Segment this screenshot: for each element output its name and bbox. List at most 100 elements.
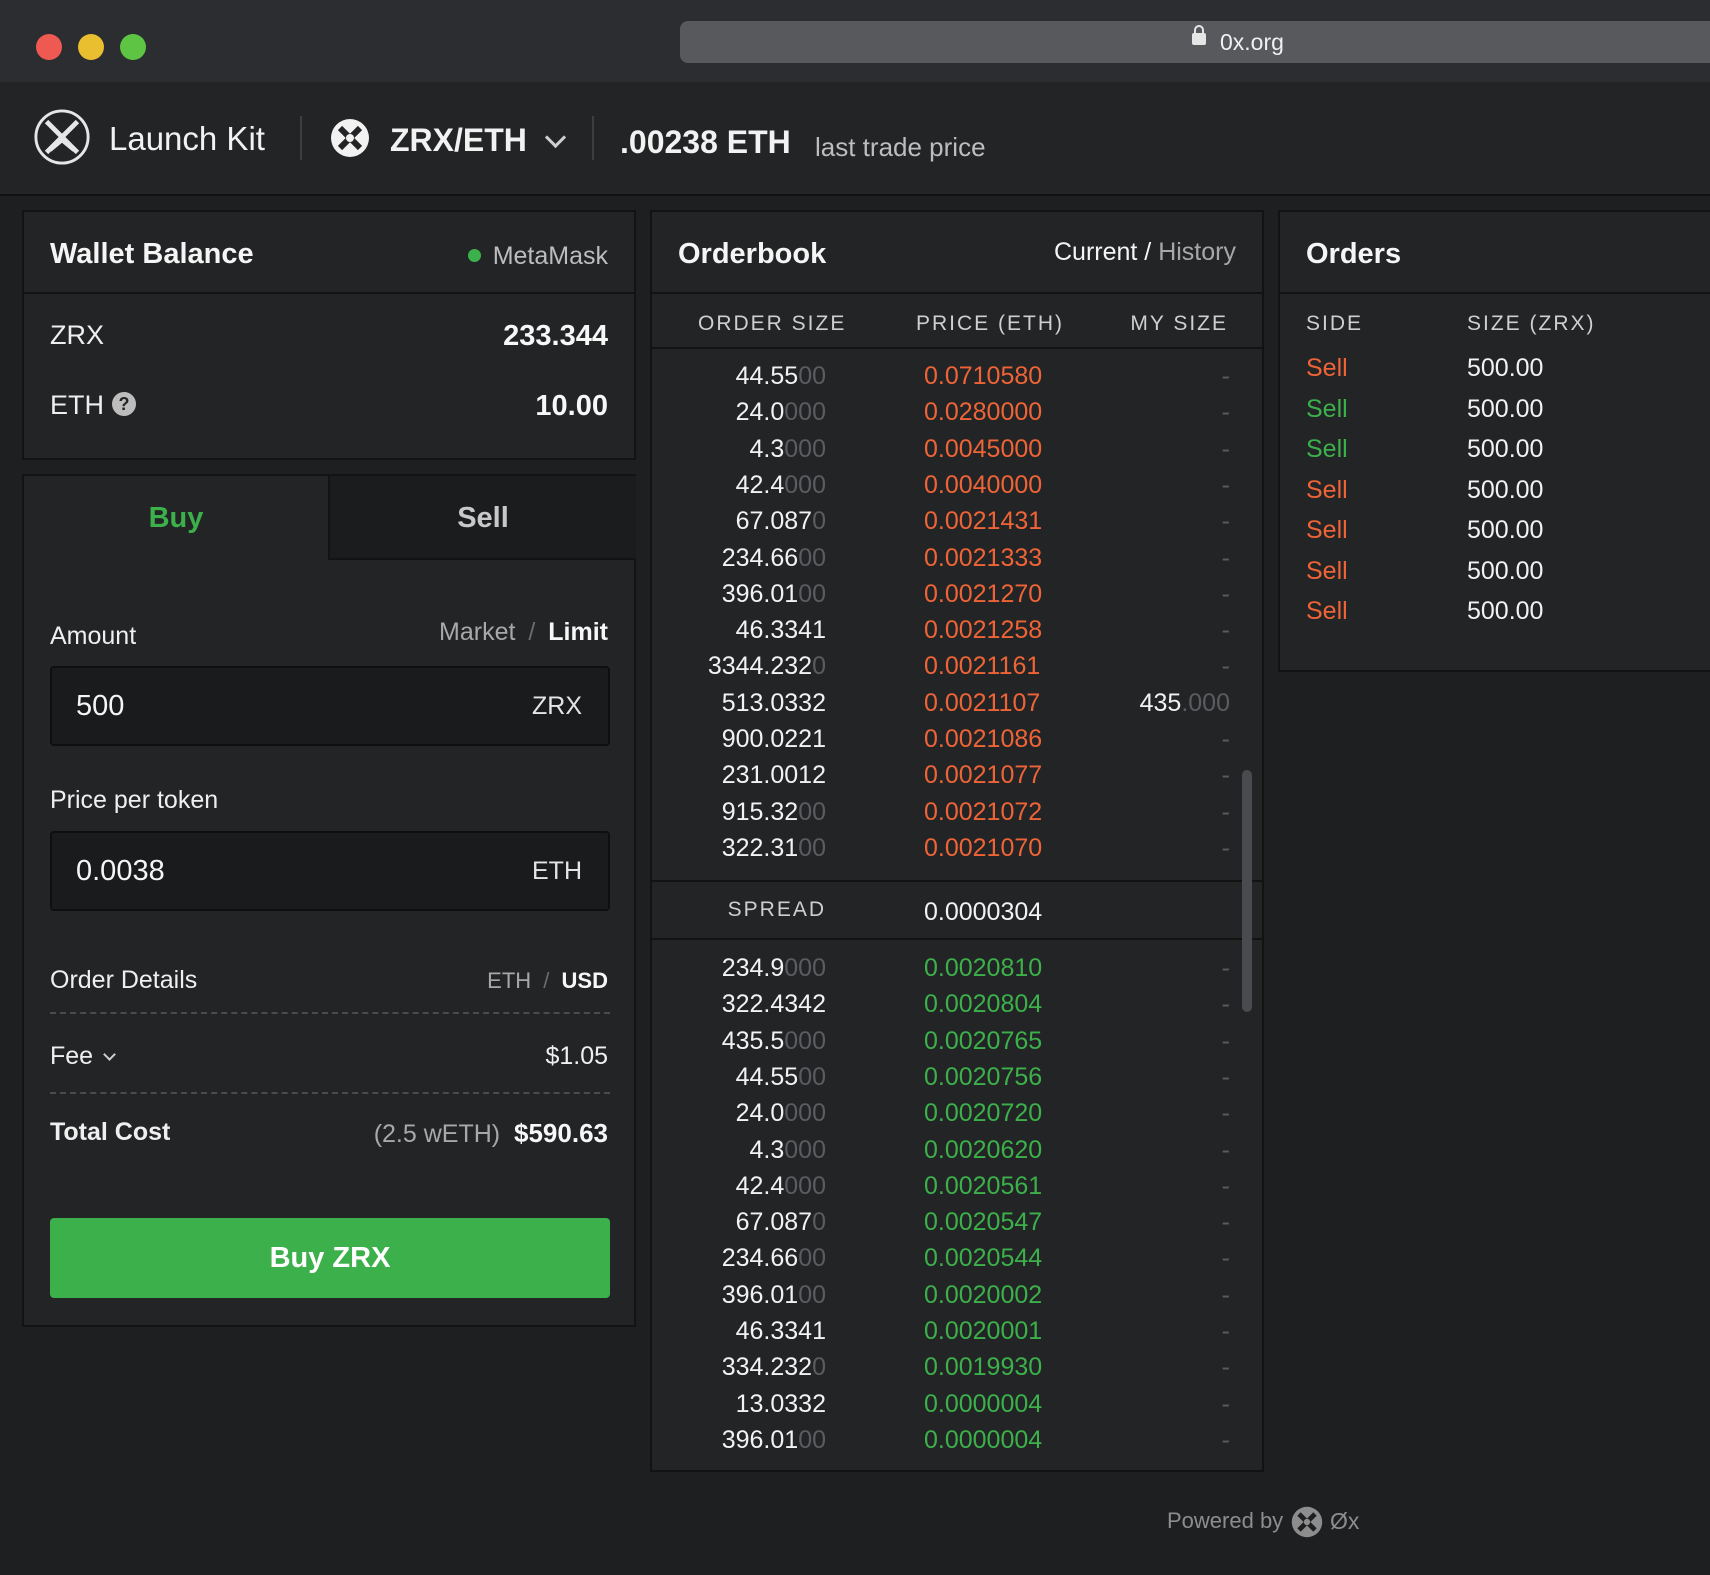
- sell-order-row[interactable]: 513.0332 0.0021107 435.000: [652, 689, 1262, 725]
- my-size-trailing: -: [1221, 652, 1230, 681]
- total-cost: (2.5 wETH) $590.63: [374, 1118, 608, 1149]
- column-header-price: PRICE (ETH): [916, 312, 1064, 335]
- price-value: 0.0038: [76, 855, 165, 887]
- last-trade-price-label: last trade price: [815, 132, 986, 162]
- my-size: -: [1222, 1281, 1230, 1310]
- order-price: 0.0040000: [924, 470, 1043, 499]
- my-size: -: [1222, 435, 1230, 464]
- buy-order-row[interactable]: 42.4000 0.0020561 -: [652, 1172, 1262, 1208]
- tab-buy[interactable]: Buy: [24, 476, 330, 560]
- buy-order-row[interactable]: 435.5000 0.0020765 -: [652, 1027, 1262, 1063]
- order-size-value: 396.01: [721, 1280, 799, 1309]
- buy-order-row[interactable]: 67.0870 0.0020547 -: [652, 1208, 1262, 1244]
- my-size: -: [1222, 1136, 1230, 1165]
- limit-option[interactable]: Limit: [548, 618, 608, 646]
- buy-order-row[interactable]: 322.4342 0.0020804 -: [652, 990, 1262, 1026]
- order-size: 46.3341: [736, 1317, 826, 1346]
- my-size-trailing: -: [1221, 725, 1230, 753]
- orderbook-panel: Orderbook Current / History ORDER SIZE P…: [650, 210, 1264, 1472]
- buy-order-row[interactable]: 334.2320 0.0019930 -: [652, 1353, 1262, 1389]
- address-bar[interactable]: 0x.org: [680, 21, 1710, 63]
- order-price: 0.0021161: [924, 652, 1041, 681]
- sell-order-row[interactable]: 44.5500 0.0710580 -: [652, 362, 1262, 398]
- buy-order-row[interactable]: 234.9000 0.0020810 -: [652, 954, 1262, 990]
- sell-order-row[interactable]: 900.0221 0.0021086 -: [652, 725, 1262, 761]
- amount-input[interactable]: 500 ZRX: [50, 666, 610, 746]
- market-option[interactable]: Market: [439, 618, 515, 646]
- order-price: 0.0000004: [924, 1425, 1043, 1454]
- price-input[interactable]: 0.0038 ETH: [50, 831, 610, 911]
- balance-token-zrx: ZRX: [50, 320, 104, 350]
- sell-order-row[interactable]: 3344.2320 0.0021161 -: [652, 652, 1262, 688]
- sell-order-row[interactable]: 396.0100 0.0021270 -: [652, 580, 1262, 616]
- order-size-value: 234.66: [721, 1244, 799, 1273]
- currency-eth-option[interactable]: ETH: [487, 968, 531, 993]
- order-size: 42.4000: [736, 1172, 826, 1201]
- order-size: 500.00: [1467, 435, 1544, 463]
- sell-order-row[interactable]: 234.6600 0.0021333 -: [652, 544, 1262, 580]
- sell-order-row[interactable]: 24.0000 0.0280000 -: [652, 398, 1262, 434]
- sell-order-row[interactable]: 322.3100 0.0021070 -: [652, 834, 1262, 870]
- sell-order-row[interactable]: 42.4000 0.0040000 -: [652, 471, 1262, 507]
- my-size-trailing: -: [1221, 434, 1230, 463]
- fee-toggle[interactable]: Fee: [50, 1042, 116, 1071]
- column-header-side: SIDE: [1306, 312, 1364, 335]
- buy-order-row[interactable]: 4.3000 0.0020620 -: [652, 1136, 1262, 1172]
- order-size: 24.0000: [736, 1099, 826, 1128]
- order-size-value: 46.3341: [735, 616, 826, 645]
- maximize-window-button[interactable]: [120, 34, 146, 60]
- buy-order-row[interactable]: 13.0332 0.0000004 -: [652, 1390, 1262, 1426]
- my-size: -: [1222, 1172, 1230, 1201]
- wallet-balance-panel: Wallet Balance MetaMask ZRX 233.344 ETH?…: [22, 210, 636, 460]
- order-price: 0.0019930: [924, 1353, 1043, 1382]
- order-price: 0.0280000: [924, 398, 1043, 427]
- spread-value: 0.0000304: [924, 898, 1043, 926]
- my-size-trailing: -: [1221, 543, 1230, 572]
- close-window-button[interactable]: [36, 34, 62, 60]
- tab-history[interactable]: History: [1158, 238, 1236, 266]
- order-price: 0.0020620: [924, 1135, 1043, 1164]
- market-pair: ZRX/ETH: [390, 122, 527, 158]
- amount-unit: ZRX: [532, 692, 582, 720]
- sell-order-row[interactable]: 231.0012 0.0021077 -: [652, 761, 1262, 797]
- order-size-trailing-zeros: 00: [798, 579, 826, 608]
- order-side: Sell: [1306, 597, 1348, 625]
- help-icon[interactable]: ?: [112, 391, 136, 416]
- my-size: -: [1222, 471, 1230, 500]
- order-size: 500.00: [1467, 475, 1544, 504]
- sell-order-row[interactable]: 4.3000 0.0045000 -: [652, 435, 1262, 471]
- order-size-value: 4.3: [749, 1135, 785, 1164]
- order-size-trailing-zeros: 00: [798, 797, 826, 826]
- buy-zrx-button[interactable]: Buy ZRX: [50, 1218, 610, 1298]
- tab-sell[interactable]: Sell: [330, 476, 636, 560]
- order-side: Sell: [1306, 354, 1348, 382]
- order-size: 334.2320: [722, 1353, 826, 1382]
- buy-order-row[interactable]: 46.3341 0.0020001 -: [652, 1317, 1262, 1353]
- order-size-value: 44.55: [735, 1062, 799, 1091]
- column-header-order-size: ORDER SIZE: [698, 312, 847, 335]
- sell-order-row[interactable]: 915.3200 0.0021072 -: [652, 798, 1262, 834]
- order-size-trailing-zeros: 00: [798, 1062, 826, 1091]
- buy-order-row[interactable]: 44.5500 0.0020756 -: [652, 1063, 1262, 1099]
- currency-usd-option[interactable]: USD: [562, 968, 608, 993]
- column-header-my-size: MY SIZE: [1130, 312, 1228, 335]
- order-side: Sell: [1306, 556, 1348, 585]
- buy-order-row[interactable]: 396.0100 0.0020002 -: [652, 1281, 1262, 1317]
- trade-panel: Buy Sell Amount Market / Limit 500 ZRX P…: [22, 474, 636, 1327]
- buy-order-row[interactable]: 24.0000 0.0020720 -: [652, 1099, 1262, 1135]
- sell-order-row[interactable]: 67.0870 0.0021431 -: [652, 507, 1262, 543]
- order-size-value: 24.0: [735, 398, 785, 427]
- buy-order-row[interactable]: 234.6600 0.0020544 -: [652, 1244, 1262, 1280]
- divider: [300, 116, 302, 160]
- order-size-trailing-zeros: 00: [798, 1425, 826, 1454]
- order-size-value: 396.01: [721, 1425, 799, 1454]
- my-size: -: [1222, 362, 1230, 391]
- orderbook-scrollbar[interactable]: [1242, 770, 1252, 1012]
- sell-order-row[interactable]: 46.3341 0.0021258 -: [652, 616, 1262, 652]
- minimize-window-button[interactable]: [78, 34, 104, 60]
- tab-current[interactable]: Current: [1054, 238, 1137, 266]
- buy-order-row[interactable]: 396.0100 0.0000004 -: [652, 1426, 1262, 1462]
- divider: [652, 938, 1262, 940]
- my-size: -: [1222, 725, 1230, 754]
- order-price: 0.0020804: [924, 990, 1043, 1019]
